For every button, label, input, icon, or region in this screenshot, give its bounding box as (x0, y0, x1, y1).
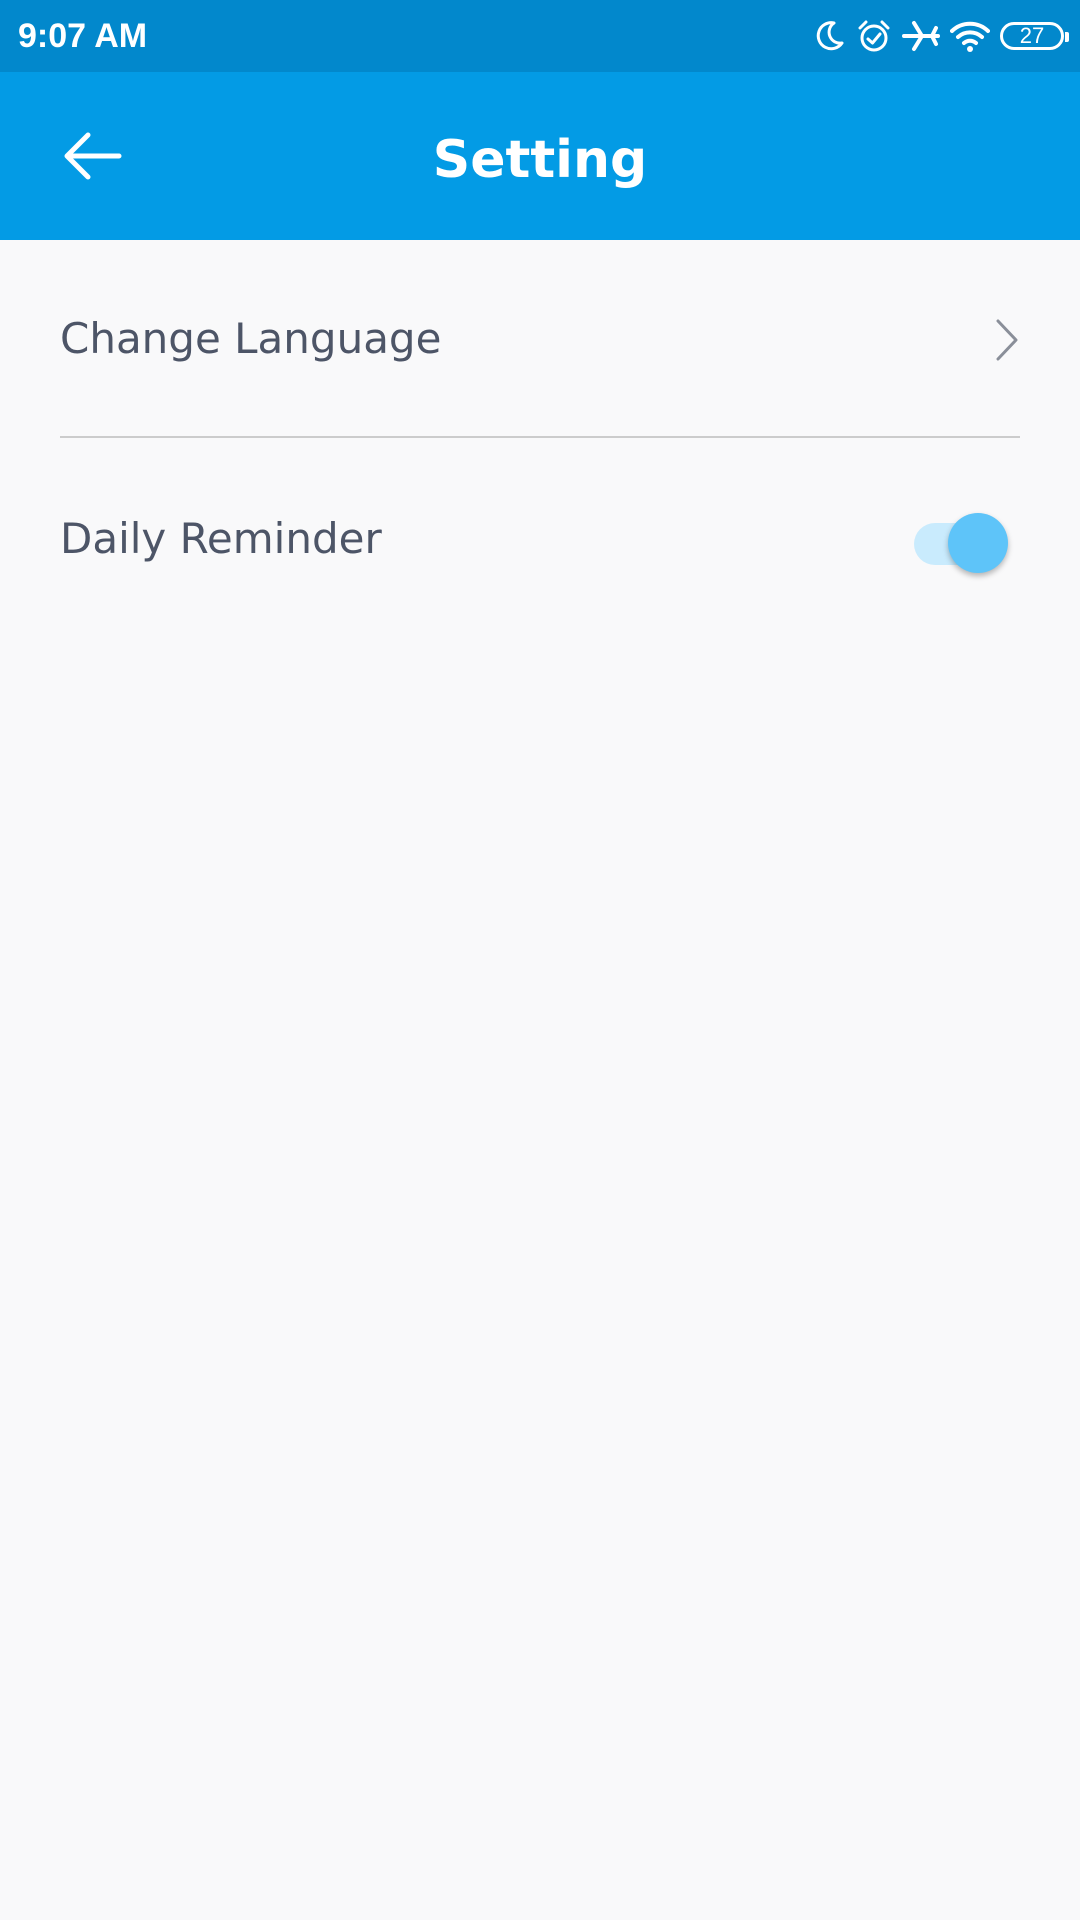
moon-icon (812, 19, 846, 53)
settings-item-label: Change Language (60, 313, 442, 363)
status-time: 9:07 AM (18, 17, 148, 55)
settings-list: Change Language Daily Reminder (0, 240, 1080, 638)
settings-item-daily-reminder: Daily Reminder (60, 438, 1020, 638)
battery-tip (1065, 32, 1069, 42)
status-bar: 9:07 AM 27 (0, 0, 1080, 72)
daily-reminder-toggle[interactable] (910, 505, 1010, 573)
arrow-left-icon (61, 131, 123, 185)
alarm-icon (856, 18, 892, 54)
settings-item-change-language[interactable]: Change Language (60, 240, 1020, 438)
status-icons: 27 (812, 14, 1069, 58)
battery-icon: 27 (1000, 22, 1069, 50)
page-title: Setting (432, 130, 648, 190)
battery-level: 27 (1019, 23, 1045, 48)
chevron-right-icon (994, 318, 1020, 366)
settings-item-label: Daily Reminder (60, 513, 382, 563)
wifi-icon (950, 19, 990, 53)
back-button[interactable] (50, 116, 134, 200)
app-bar: Setting (0, 72, 1080, 240)
airplane-icon (902, 19, 940, 53)
toggle-thumb (948, 513, 1008, 573)
